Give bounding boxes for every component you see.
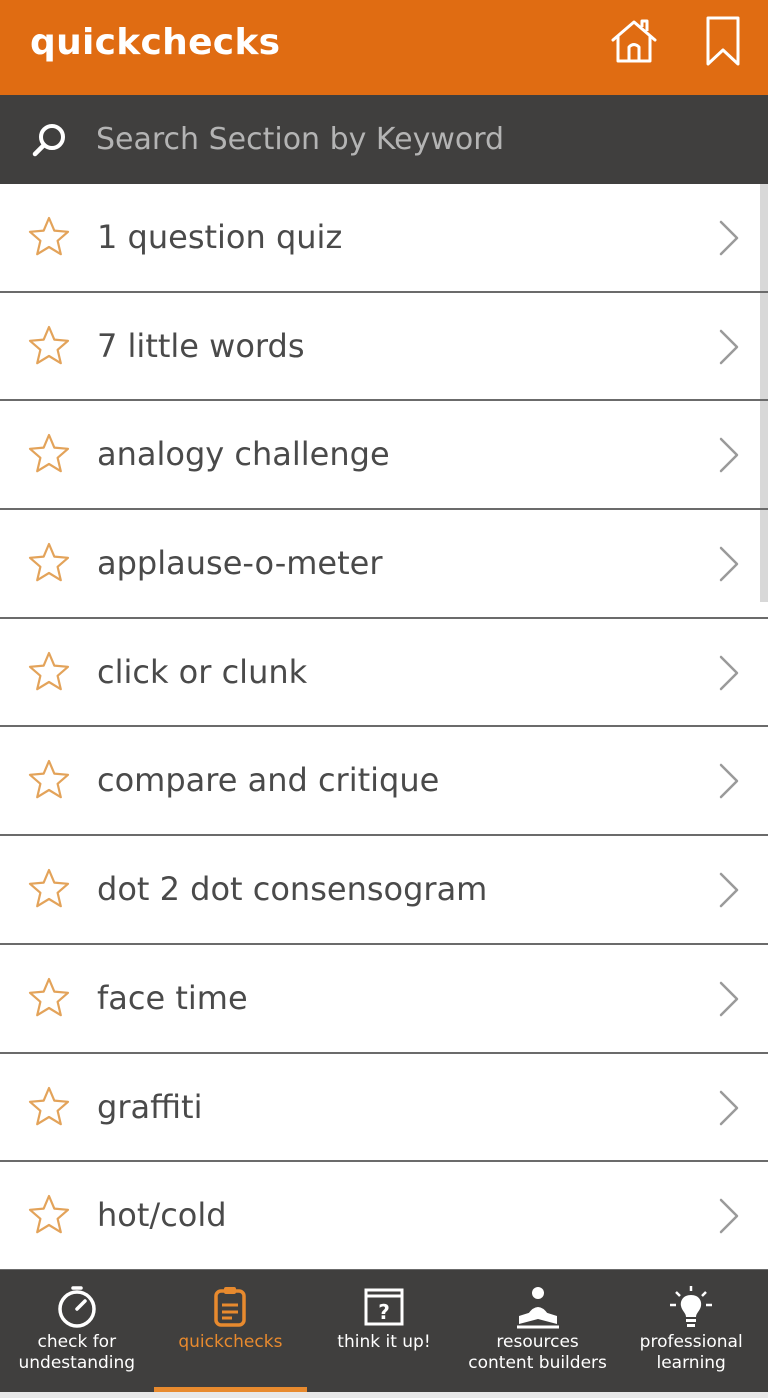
reader-icon [516,1287,559,1329]
favorite-star-icon[interactable] [26,975,72,1021]
list-item[interactable]: 7 little words [0,293,768,402]
list-item[interactable]: face time [0,945,768,1054]
nav-item-quickchecks[interactable]: quickchecks [153,1270,308,1392]
chevron-right-icon [713,870,743,910]
question-window-icon: ? [364,1288,404,1326]
nav-label-line1: think it up! [337,1332,431,1352]
chevron-right-icon [713,761,743,801]
clipboard-icon [214,1287,247,1327]
nav-label: resources content builders [461,1332,615,1374]
home-button[interactable] [608,16,660,68]
search-bar [0,95,768,184]
list-item[interactable]: applause-o-meter [0,510,768,619]
list-item[interactable]: analogy challenge [0,401,768,511]
chevron-right-icon [713,327,743,367]
list-item-label: applause-o-meter [97,544,383,583]
nav-label: check for undestanding [0,1332,154,1374]
nav-label-line2: learning [656,1353,726,1373]
chevron-right-icon [713,544,743,584]
list-item-label: click or clunk [97,652,308,691]
list-item[interactable]: click or clunk [0,619,768,728]
nav-label: professional learning [614,1332,768,1374]
nav-item-think-it-up[interactable]: ? think it up! [307,1270,461,1392]
quickchecks-list: 1 question quiz 7 little words analogy cha… [0,184,768,1270]
nav-label-line1: professional [639,1332,743,1352]
chevron-right-icon [713,1088,743,1128]
page-title: quickchecks [30,22,281,63]
favorite-star-icon[interactable] [26,540,72,586]
nav-item-check-for-understanding[interactable]: check for undestanding [0,1270,154,1392]
list-item-label: hot/cold [97,1196,227,1235]
favorite-star-icon[interactable] [26,431,72,477]
svg-text:?: ? [378,1300,390,1324]
chevron-right-icon [713,979,743,1019]
nav-label-line2: undestanding [18,1353,136,1373]
favorite-star-icon[interactable] [26,1084,72,1130]
list-item-label: graffiti [97,1087,203,1126]
bookmark-button[interactable] [700,14,746,70]
app-header: quickchecks [0,0,768,95]
list-item-label: compare and critique [97,761,440,800]
favorite-star-icon[interactable] [26,214,72,260]
favorite-star-icon[interactable] [26,866,72,912]
nav-label-line1: check for [37,1332,117,1352]
bottom-navigation: check for undestanding quickchecks ? thi… [0,1270,768,1392]
nav-label: think it up! [307,1332,461,1353]
home-icon [611,19,657,63]
chevron-right-icon [713,1196,743,1236]
favorite-star-icon[interactable] [26,757,72,803]
nav-label-line2: content builders [468,1353,607,1373]
nav-item-resources[interactable]: resources content builders [461,1270,615,1392]
lightbulb-icon [670,1286,713,1327]
list-item-label: 1 question quiz [97,218,343,256]
list-rows: 1 question quiz 7 little words analogy cha… [0,184,768,1270]
list-item-label: face time [97,978,248,1017]
system-bar-strip [0,1392,768,1398]
list-item[interactable]: graffiti [0,1054,768,1163]
chevron-right-icon [713,435,743,475]
stopwatch-icon [58,1286,96,1328]
list-item[interactable]: 1 question quiz [0,184,768,293]
chevron-right-icon [713,218,743,258]
search-input[interactable] [96,113,736,165]
nav-label-line1: quickchecks [178,1332,283,1352]
app-screen: quickchecks 1 question quiz 7 little word… [0,0,768,1398]
list-item-label: 7 little words [97,326,305,365]
search-icon [32,124,65,157]
chevron-right-icon [713,653,743,693]
list-item[interactable]: dot 2 dot consensogram [0,836,768,945]
favorite-star-icon[interactable] [26,1192,72,1238]
favorite-star-icon[interactable] [26,323,72,369]
favorite-star-icon[interactable] [26,649,72,695]
nav-item-professional-learning[interactable]: professional learning [614,1270,768,1392]
list-item-label: dot 2 dot consensogram [97,870,488,909]
list-item[interactable]: hot/cold [0,1162,768,1270]
bookmark-icon [706,16,740,66]
list-item[interactable]: compare and critique [0,727,768,837]
nav-label: quickchecks [154,1332,308,1353]
list-item-label: analogy challenge [97,435,390,474]
nav-label-line1: resources [496,1332,579,1352]
